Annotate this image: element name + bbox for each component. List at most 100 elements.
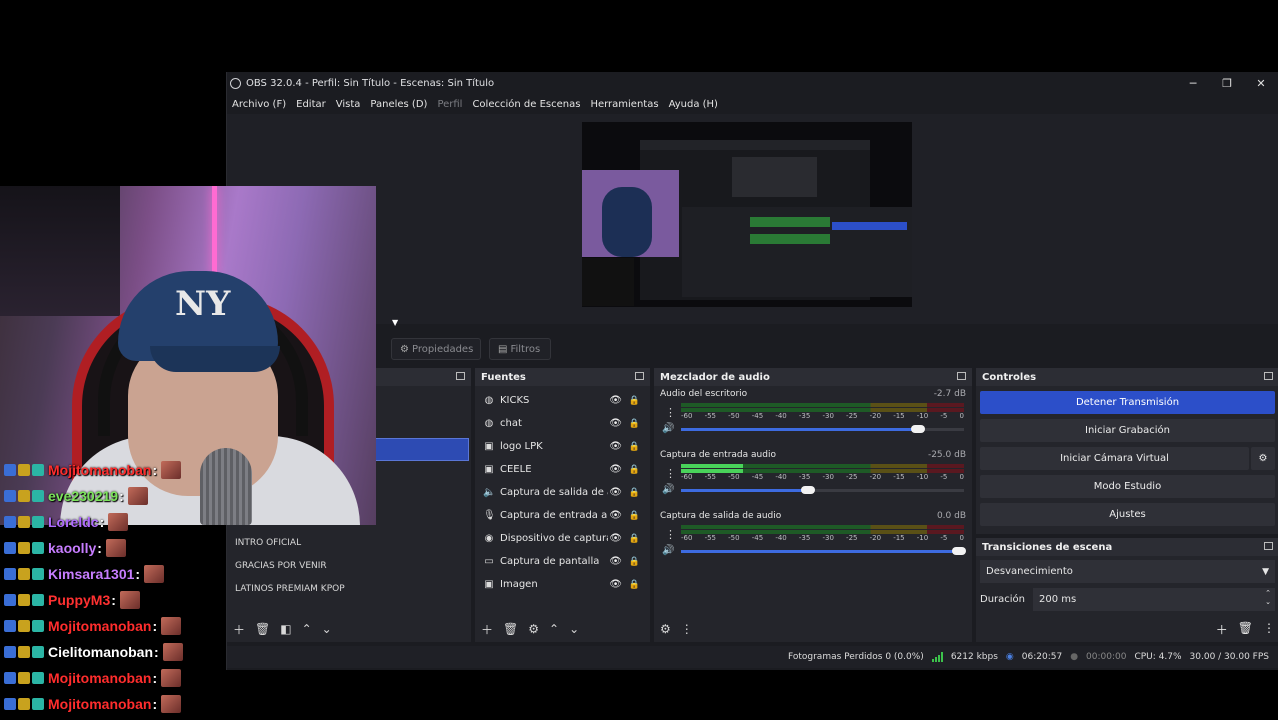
controls-dock-header: Controles	[976, 368, 1278, 386]
preview-canvas[interactable]	[582, 122, 912, 307]
speaker-icon[interactable]: 🔊	[662, 423, 674, 434]
spinner-icon[interactable]: ⌃ ⌄	[1265, 589, 1271, 607]
menu-ayuda[interactable]: Ayuda (H)	[664, 99, 723, 110]
studio-mode-button[interactable]: Modo Estudio	[980, 475, 1275, 498]
lock-icon[interactable]: 🔒	[629, 557, 640, 567]
virtual-camera-settings-button[interactable]: ⚙	[1251, 447, 1275, 470]
visibility-eye-icon[interactable]: 👁	[609, 464, 622, 475]
channel-db: -2.7 dB	[933, 389, 966, 399]
source-item[interactable]: ◉ Dispositivo de captura 👁 🔒	[475, 527, 650, 550]
properties-button[interactable]: ⚙ Propiedades	[391, 338, 481, 360]
menu-herramientas[interactable]: Herramientas	[585, 99, 663, 110]
menu-paneles[interactable]: Paneles (D)	[365, 99, 432, 110]
source-item[interactable]: ▣ CEELE 👁 🔒	[475, 458, 650, 481]
add-transition-icon[interactable]: ＋	[1216, 621, 1228, 638]
visibility-eye-icon[interactable]: 👁	[609, 510, 622, 521]
preview-area[interactable]	[227, 114, 1278, 324]
source-item[interactable]: ▣ Imagen 👁 🔒	[475, 573, 650, 596]
recording-time: 00:00:00	[1086, 652, 1127, 662]
lock-icon[interactable]: 🔒	[629, 488, 640, 498]
scene-row-selected[interactable]	[372, 438, 469, 461]
move-up-icon[interactable]: ⌃	[549, 622, 559, 636]
lock-icon[interactable]: 🔒	[629, 396, 640, 406]
visibility-eye-icon[interactable]: 👁	[609, 418, 622, 429]
start-virtual-camera-button[interactable]: Iniciar Cámara Virtual	[980, 447, 1249, 470]
duration-input[interactable]: 200 ms ⌃ ⌄	[1033, 588, 1275, 611]
move-down-icon[interactable]: ⌄	[322, 622, 332, 636]
source-properties-icon[interactable]: ⚙	[528, 622, 539, 636]
visibility-eye-icon[interactable]: 👁	[609, 395, 622, 406]
source-item[interactable]: 🎙 Captura de entrada aud 👁 🔒	[475, 504, 650, 527]
menu-coleccion-escenas[interactable]: Colección de Escenas	[467, 99, 585, 110]
channel-name: Audio del escritorio	[660, 389, 748, 399]
mixer-menu-icon[interactable]: ⋮	[681, 622, 693, 636]
transition-menu-icon[interactable]: ⋮	[1263, 621, 1275, 638]
speaker-icon[interactable]: 🔊	[662, 545, 674, 556]
meter-tick-label: -50	[728, 412, 740, 420]
image-icon: ▣	[484, 464, 494, 475]
meter-tick-label: -35	[798, 473, 811, 481]
source-item[interactable]: ▭ Captura de pantalla 👁 🔒	[475, 550, 650, 573]
transition-select[interactable]: Desvanecimiento ▼	[980, 560, 1275, 583]
lock-icon[interactable]: 🔒	[629, 419, 640, 429]
source-item[interactable]: 🔈 Captura de salida de au 👁 🔒	[475, 481, 650, 504]
move-down-icon[interactable]: ⌄	[569, 622, 579, 636]
chat-badge-icon	[32, 672, 44, 684]
settings-button[interactable]: Ajustes	[980, 503, 1275, 526]
menu-editar[interactable]: Editar	[291, 99, 331, 110]
advanced-audio-icon[interactable]: ⚙	[660, 622, 671, 636]
channel-menu-icon[interactable]: ⋮	[665, 528, 676, 541]
channel-menu-icon[interactable]: ⋮	[665, 406, 676, 419]
lock-icon[interactable]: 🔒	[629, 511, 640, 521]
meter-tick-label: -40	[775, 412, 787, 420]
visibility-eye-icon[interactable]: 👁	[609, 441, 622, 452]
menu-archivo[interactable]: Archivo (F)	[227, 99, 291, 110]
add-source-icon[interactable]: ＋	[481, 621, 493, 638]
source-item[interactable]: ◍ KICKS 👁 🔒	[475, 389, 650, 412]
source-name: KICKS	[500, 395, 530, 406]
undock-icon[interactable]	[1264, 372, 1273, 380]
lock-icon[interactable]: 🔒	[629, 580, 640, 590]
volume-slider-knob[interactable]	[801, 486, 815, 494]
visibility-eye-icon[interactable]: 👁	[609, 487, 622, 498]
monitor-icon: ▭	[484, 556, 494, 567]
lock-icon[interactable]: 🔒	[629, 465, 640, 475]
lock-icon[interactable]: 🔒	[629, 534, 640, 544]
remove-source-icon[interactable]: 🗑	[503, 622, 518, 636]
undock-icon[interactable]	[957, 372, 966, 380]
volume-slider-knob[interactable]	[911, 425, 925, 433]
maximize-button[interactable]: ❐	[1210, 72, 1244, 94]
undock-icon[interactable]	[1264, 542, 1273, 550]
streaming-icon: ◉	[1005, 652, 1014, 662]
minimize-button[interactable]: ─	[1176, 72, 1210, 94]
visibility-eye-icon[interactable]: 👁	[609, 533, 622, 544]
menu-vista[interactable]: Vista	[331, 99, 366, 110]
dock-toggle-arrow-icon[interactable]: ▼	[392, 318, 398, 327]
visibility-eye-icon[interactable]: 👁	[609, 579, 622, 590]
undock-icon[interactable]	[456, 372, 465, 380]
visibility-eye-icon[interactable]: 👁	[609, 556, 622, 567]
move-up-icon[interactable]: ⌃	[302, 622, 312, 636]
chat-username: Loreldc	[48, 514, 99, 530]
close-button[interactable]: ✕	[1244, 72, 1278, 94]
meter-tick-label: -5	[940, 473, 948, 481]
menu-perfil[interactable]: Perfil	[432, 99, 467, 110]
channel-menu-icon[interactable]: ⋮	[665, 467, 676, 480]
scene-filters-icon[interactable]: ◧	[280, 622, 291, 636]
undock-icon[interactable]	[635, 372, 644, 380]
start-recording-button[interactable]: Iniciar Grabación	[980, 419, 1275, 442]
speaker-icon[interactable]: 🔊	[662, 484, 674, 495]
chat-badge-icon	[18, 490, 30, 502]
volume-slider[interactable]	[681, 425, 964, 433]
source-item[interactable]: ◍ chat 👁 🔒	[475, 412, 650, 435]
duration-row: Duración 200 ms ⌃ ⌄	[980, 588, 1275, 611]
volume-slider[interactable]	[681, 486, 964, 494]
stop-streaming-button[interactable]: Detener Transmisión	[980, 391, 1275, 414]
chat-username: eve230219	[48, 488, 119, 504]
volume-slider[interactable]	[681, 547, 966, 555]
volume-slider-knob[interactable]	[952, 547, 966, 555]
lock-icon[interactable]: 🔒	[629, 442, 640, 452]
source-item[interactable]: ▣ logo LPK 👁 🔒	[475, 435, 650, 458]
filters-button[interactable]: ▤ Filtros	[489, 338, 551, 360]
remove-transition-icon[interactable]: 🗑	[1238, 621, 1253, 638]
